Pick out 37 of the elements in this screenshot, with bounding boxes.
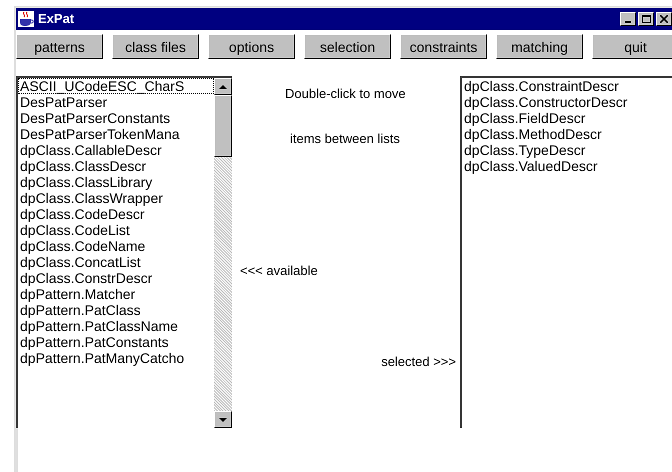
list-item[interactable]: dpClass.ConstructorDescr: [462, 94, 672, 110]
list-item[interactable]: DesPatParserConstants: [18, 110, 214, 126]
toolbar-button[interactable]: quit: [592, 34, 672, 59]
list-item[interactable]: dpPattern.Matcher: [18, 286, 214, 302]
toolbar-button[interactable]: selection: [304, 34, 391, 59]
list-item[interactable]: dpClass.MethodDescr: [462, 126, 672, 142]
toolbar-button[interactable]: class files: [112, 34, 199, 59]
list-item[interactable]: dpClass.ClassLibrary: [18, 174, 214, 190]
selected-list[interactable]: dpClass.ConstraintDescr dpClass.ConstructorDescr dpClass.FieldDescr dpClass.MethodDescr dpClass.TypeDescr dpClass.ValuedDescr: [460, 76, 672, 428]
list-item[interactable]: dpClass.CodeName: [18, 238, 214, 254]
list-item[interactable]: dpClass.ConstrDescr: [18, 270, 214, 286]
available-label: <<< available: [240, 262, 318, 280]
list-item[interactable]: DesPatParserTokenMana: [18, 126, 214, 142]
list-item[interactable]: dpPattern.PatClass: [18, 302, 214, 318]
hint-text: Double-click to move: [285, 85, 406, 103]
list-item[interactable]: dpClass.ConcatList: [18, 254, 214, 270]
list-item[interactable]: dpClass.ClassDescr: [18, 158, 214, 174]
toolbar-button[interactable]: constraints: [400, 34, 487, 59]
list-item[interactable]: dpClass.ValuedDescr: [462, 158, 672, 174]
list-item[interactable]: dpPattern.PatClassName: [18, 318, 214, 334]
list-item[interactable]: dpClass.CodeList: [18, 222, 214, 238]
list-item[interactable]: DesPatParser: [18, 94, 214, 110]
list-item[interactable]: dpClass.TypeDescr: [462, 142, 672, 158]
list-item[interactable]: dpClass.ClassWrapper: [18, 190, 214, 206]
list-item[interactable]: dpPattern.PatManyCatcho: [18, 350, 214, 366]
hint-text: items between lists: [290, 130, 400, 148]
list-item[interactable]: dpClass.CodeDescr: [18, 206, 214, 222]
window-title: ExPat: [38, 10, 74, 28]
list-item[interactable]: ASCII_UCodeESC_CharS: [18, 78, 214, 94]
list-item[interactable]: dpPattern.PatConstants: [18, 334, 214, 350]
toolbar-button[interactable]: options: [208, 34, 295, 59]
toolbar-button[interactable]: matching: [496, 34, 583, 59]
selected-label: selected >>>: [381, 353, 456, 371]
list-item[interactable]: dpClass.ConstraintDescr: [462, 78, 672, 94]
list-item[interactable]: dpClass.CallableDescr: [18, 142, 214, 158]
toolbar-button[interactable]: patterns: [16, 34, 103, 59]
list-item[interactable]: dpClass.FieldDescr: [462, 110, 672, 126]
